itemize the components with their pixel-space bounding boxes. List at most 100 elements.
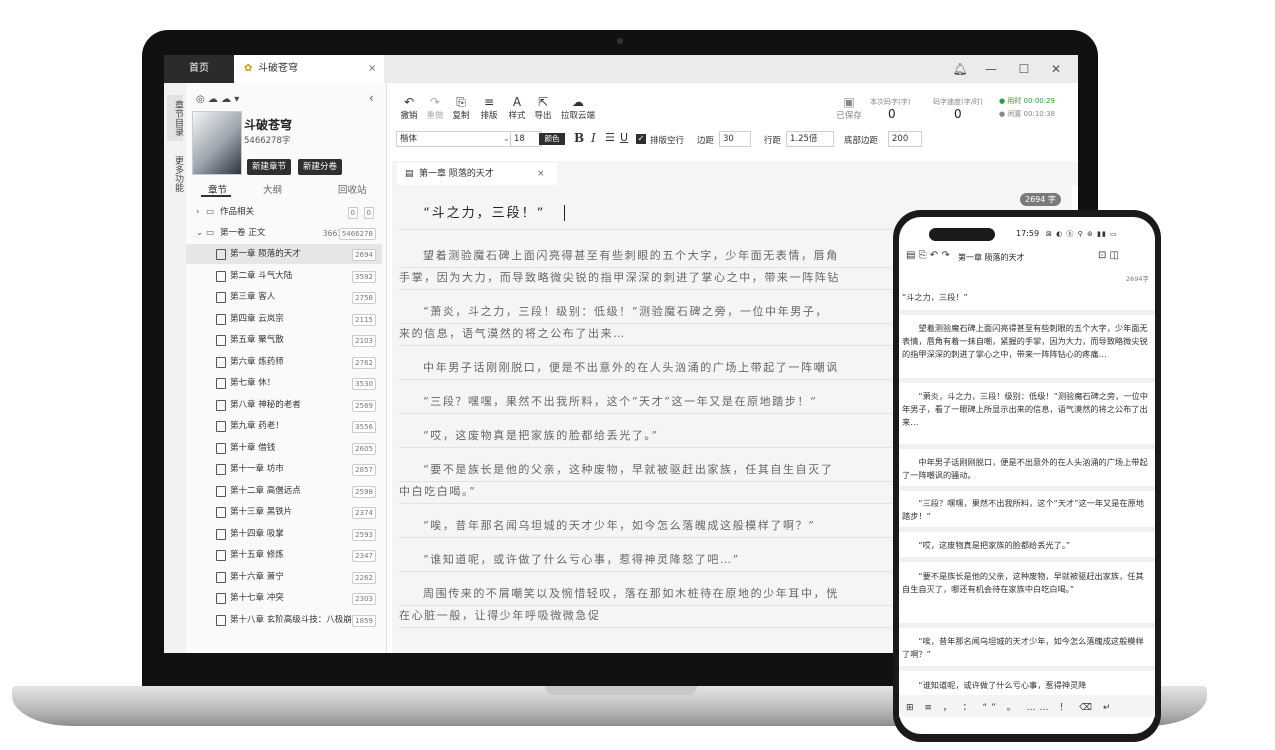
new-chapter-button[interactable]: 新建章节 (247, 159, 292, 175)
collapse-sidebar-icon[interactable]: ‹ (369, 91, 374, 105)
laptop-notch (545, 686, 697, 695)
indent-icon[interactable]: ☰ (605, 131, 615, 144)
chapter-item[interactable]: 第十八章 玄阶高级斗技：八极崩 1859 (186, 610, 382, 630)
chapter-word-count: 3530 (352, 378, 376, 390)
chapter-item[interactable]: 第十三章 黑铁片 2374 (186, 502, 382, 522)
editor-tab[interactable]: ▤ 第一章 陨落的天才 × (397, 163, 557, 187)
tree-volume[interactable]: ⌄ ▭ 第一卷 正文 3661 5466278 (186, 223, 382, 243)
seg-outline[interactable]: 大纲 (263, 182, 282, 196)
tree-works[interactable]: › ▭ 作品相关 0 0 (186, 202, 382, 222)
chapter-item[interactable]: 第十二章 高僧远点 2598 (186, 481, 382, 501)
chapter-item[interactable]: 第十章 借钱 2605 (186, 438, 382, 458)
dropdown-icon[interactable]: ▾ (234, 94, 239, 105)
tree-volume-words: 5466278 (338, 228, 376, 240)
phone-time: 17:59 (1016, 229, 1040, 238)
rail-chapter-toc[interactable]: 章节目录 (167, 95, 183, 141)
phone-paragraph-9: “谁知道呢，或许做了什么亏心事，惹得神灵降 (902, 680, 1087, 690)
rail-more-functions[interactable]: 更多功能 (167, 151, 183, 197)
chapter-title: 第六章 炼药师 (230, 356, 284, 367)
phone-paragraph-3: “萧炎，斗之力，三段！级别：低级！”测验魔石碑之旁，一位中年男子，看了一眼碑上所… (902, 391, 1148, 427)
seg-chapters[interactable]: 章节 (208, 182, 227, 196)
style-button[interactable]: A 样式 (504, 95, 530, 121)
tab-close-icon[interactable]: × (368, 55, 376, 83)
chapter-item[interactable]: 第七章 休！ 3530 (186, 373, 382, 393)
export-label: 导出 (534, 111, 552, 121)
close-window-button[interactable]: ✕ (1044, 55, 1068, 83)
bold-button[interactable]: B (574, 131, 584, 145)
editor-tab-close-icon[interactable]: × (537, 163, 545, 185)
phone-camera-pill (929, 228, 995, 241)
layout-button[interactable]: ≡ 排版 (476, 95, 502, 121)
blank-line-label: 排版空行 (650, 136, 685, 146)
chapter-item[interactable]: 第十一章 坊市 2857 (186, 459, 382, 479)
phone-paragraph-2: 望着测验魔石碑上面闪亮得甚至有些刺眼的五个大字，少年面无表情，唇角有着一抹自嘲，… (902, 323, 1148, 359)
phone-separator (899, 486, 1155, 491)
tab-home[interactable]: 首页 (164, 55, 234, 83)
redo-label: 重做 (426, 111, 444, 121)
style-icon: A (512, 95, 522, 109)
bottom-margin-label: 底部边距 (844, 136, 879, 146)
chapter-word-count: 2303 (352, 593, 376, 605)
chapter-item[interactable]: 第一章 陨落的天才 2694 (186, 244, 382, 264)
editor-tab-label: 第一章 陨落的天才 (419, 169, 494, 179)
copy-icon: ⎘ (456, 95, 466, 109)
chapter-item[interactable]: 第四章 云岚宗 2115 (186, 309, 382, 329)
phone-book-icon[interactable]: ⊡ ◫ (1098, 250, 1119, 261)
chapter-word-count: 3592 (352, 270, 376, 283)
maximize-button[interactable]: ☐ (1012, 55, 1036, 83)
export-button[interactable]: ⇱ 导出 (530, 95, 556, 121)
chapter-title: 第十六章 萧宁 (230, 571, 284, 582)
copy-button[interactable]: ⎘ 复制 (448, 95, 474, 121)
document-icon (216, 292, 226, 303)
chapter-item[interactable]: 第十五章 修炼 2347 (186, 545, 382, 565)
chapter-item[interactable]: 第九章 药老！ 3556 (186, 416, 382, 436)
italic-button[interactable]: I (591, 131, 596, 145)
tree-volume-label: 第一卷 正文 (220, 228, 266, 238)
chapter-word-count: 2262 (352, 571, 376, 584)
document-icon (216, 593, 226, 604)
stat-session-value: 0 (888, 107, 896, 121)
underline-icon[interactable]: U (620, 131, 628, 144)
undo-button[interactable]: ↶ 撤销 (396, 95, 422, 121)
margin-input[interactable]: 30 (719, 131, 751, 147)
save-label: 已保存 (836, 111, 862, 121)
phone-keyboard-keys[interactable]: ⊞ ≡ ， ： “” 。 …… ！ ⌫ ↵ (906, 700, 1114, 713)
chapter-item[interactable]: 第十六章 萧宁 2262 (186, 567, 382, 587)
font-select[interactable]: 楷体 ⌄ (396, 131, 514, 147)
chapter-item[interactable]: 第八章 神秘的老者 2569 (186, 395, 382, 415)
bell-icon[interactable]: 🔔︎ (948, 55, 972, 83)
color-button[interactable]: 颜色 (539, 133, 565, 145)
sidebar-toolbar: ◎ ☁ ☁ ▾ (196, 94, 239, 105)
chapter-item[interactable]: 第三章 客人 2758 (186, 287, 382, 307)
chapter-item[interactable]: 第十四章 吸掌 2593 (186, 524, 382, 544)
chapter-item[interactable]: 第六章 炼药师 2762 (186, 352, 382, 372)
tab-book[interactable]: ✿ 斗破苍穹 × (234, 55, 384, 83)
cloud-upload-icon[interactable]: ☁ (208, 94, 218, 105)
chapter-item[interactable]: 第二章 斗气大陆 3592 (186, 266, 382, 286)
book-cover (192, 111, 242, 175)
chapter-item[interactable]: 第五章 聚气散 2103 (186, 330, 382, 350)
redo-button[interactable]: ↷ 重做 (422, 95, 448, 121)
chapter-word-count: 2694 (352, 249, 376, 261)
seg-recycle[interactable]: 回收站 (338, 182, 367, 196)
tree-works-count: 0 (347, 207, 358, 219)
blank-line-checkbox[interactable]: ✓ (636, 134, 646, 144)
cloud-download-icon[interactable]: ☁ (221, 94, 231, 105)
chevron-right-icon: › (196, 207, 200, 217)
spacing-select[interactable]: 1.25倍 (786, 131, 834, 147)
chapter-title: 第三章 客人 (230, 292, 276, 302)
chapter-item[interactable]: 第十七章 冲突 2303 (186, 588, 382, 608)
target-icon[interactable]: ◎ (196, 94, 205, 105)
phone-paragraph-6: “哎，这废物真是把家族的脸都给丢光了。” (902, 540, 1071, 550)
pull-cloud-button[interactable]: ☁ 拉取云端 (558, 95, 598, 121)
phone-word-badge: 2694字 (1126, 275, 1150, 283)
new-volume-button[interactable]: 新建分卷 (298, 159, 343, 175)
chapter-title: 第十四章 吸掌 (230, 528, 284, 539)
minimize-button[interactable]: — (979, 55, 1003, 83)
font-size-input[interactable]: 18 (510, 131, 542, 147)
bottom-margin-input[interactable]: 200 (888, 131, 922, 147)
phone-paragraph-4: 中年男子话刚刚脱口，便是不出意外的在人头汹涌的广场上带起了一阵嘲讽的骚动。 (902, 457, 1148, 480)
chapter-word-count: 3556 (352, 421, 376, 433)
document-icon (216, 356, 226, 368)
phone-toolbar-icons[interactable]: ▤ ⎘ ↶ ↷ (906, 250, 950, 261)
